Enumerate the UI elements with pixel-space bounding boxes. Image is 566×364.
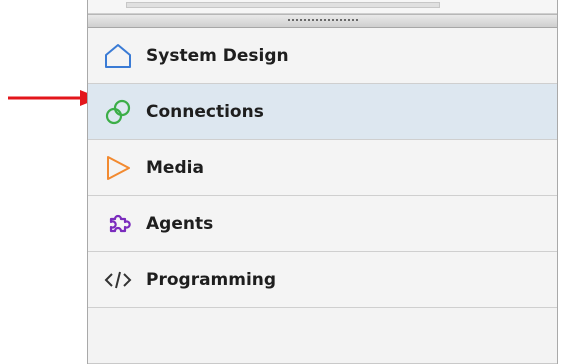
puzzle-icon [102, 208, 134, 240]
panel-splitter[interactable] [88, 14, 557, 28]
empty-list-area [88, 308, 557, 364]
code-icon [102, 264, 134, 296]
nav-item-label: Agents [146, 213, 214, 234]
nav-item-label: Media [146, 157, 204, 178]
nav-item-connections[interactable]: Connections [88, 84, 557, 140]
nav-item-agents[interactable]: Agents [88, 196, 557, 252]
scrollbar-thumb[interactable] [126, 2, 440, 8]
nav-item-label: Programming [146, 269, 277, 290]
nav-item-label: Connections [146, 101, 264, 122]
navigation-panel: System Design Connections Media Agents P… [87, 0, 558, 364]
house-icon [102, 40, 134, 72]
nav-item-system-design[interactable]: System Design [88, 28, 557, 84]
top-scrollbar[interactable] [88, 0, 557, 14]
nav-item-media[interactable]: Media [88, 140, 557, 196]
play-icon [102, 152, 134, 184]
link-icon [102, 96, 134, 128]
splitter-grip-icon [286, 18, 359, 22]
nav-item-label: System Design [146, 45, 289, 66]
nav-item-programming[interactable]: Programming [88, 252, 557, 308]
